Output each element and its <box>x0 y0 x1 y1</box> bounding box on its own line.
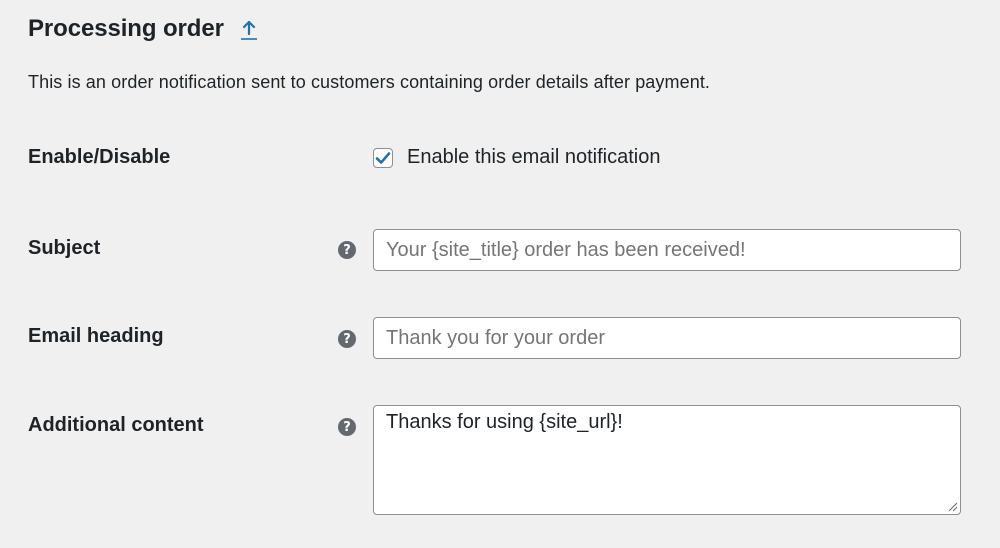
resize-handle-icon[interactable] <box>948 502 958 512</box>
subject-input[interactable] <box>373 229 961 271</box>
additional-content-label: Additional content <box>28 414 204 436</box>
additional-content-textarea[interactable]: Thanks for using {site_url}! <box>373 405 961 515</box>
question-icon[interactable]: ? <box>338 330 356 348</box>
question-icon[interactable]: ? <box>338 418 356 436</box>
enable-checkbox-label: Enable this email notification <box>407 146 661 168</box>
checkmark-icon <box>375 151 391 164</box>
subject-label: Subject <box>28 237 101 259</box>
enable-checkbox-row[interactable]: Enable this email notification <box>373 146 660 169</box>
page-description: This is an order notification sent to cu… <box>28 72 711 92</box>
enable-checkbox[interactable] <box>373 147 393 168</box>
arrow-up-icon[interactable] <box>238 16 260 42</box>
enable-label: Enable/Disable <box>28 146 171 168</box>
page-title: Processing order <box>28 15 224 42</box>
email-heading-input[interactable] <box>373 317 961 359</box>
email-heading-label: Email heading <box>28 325 164 347</box>
question-icon[interactable]: ? <box>338 241 356 259</box>
page-header: Processing order <box>28 12 260 46</box>
